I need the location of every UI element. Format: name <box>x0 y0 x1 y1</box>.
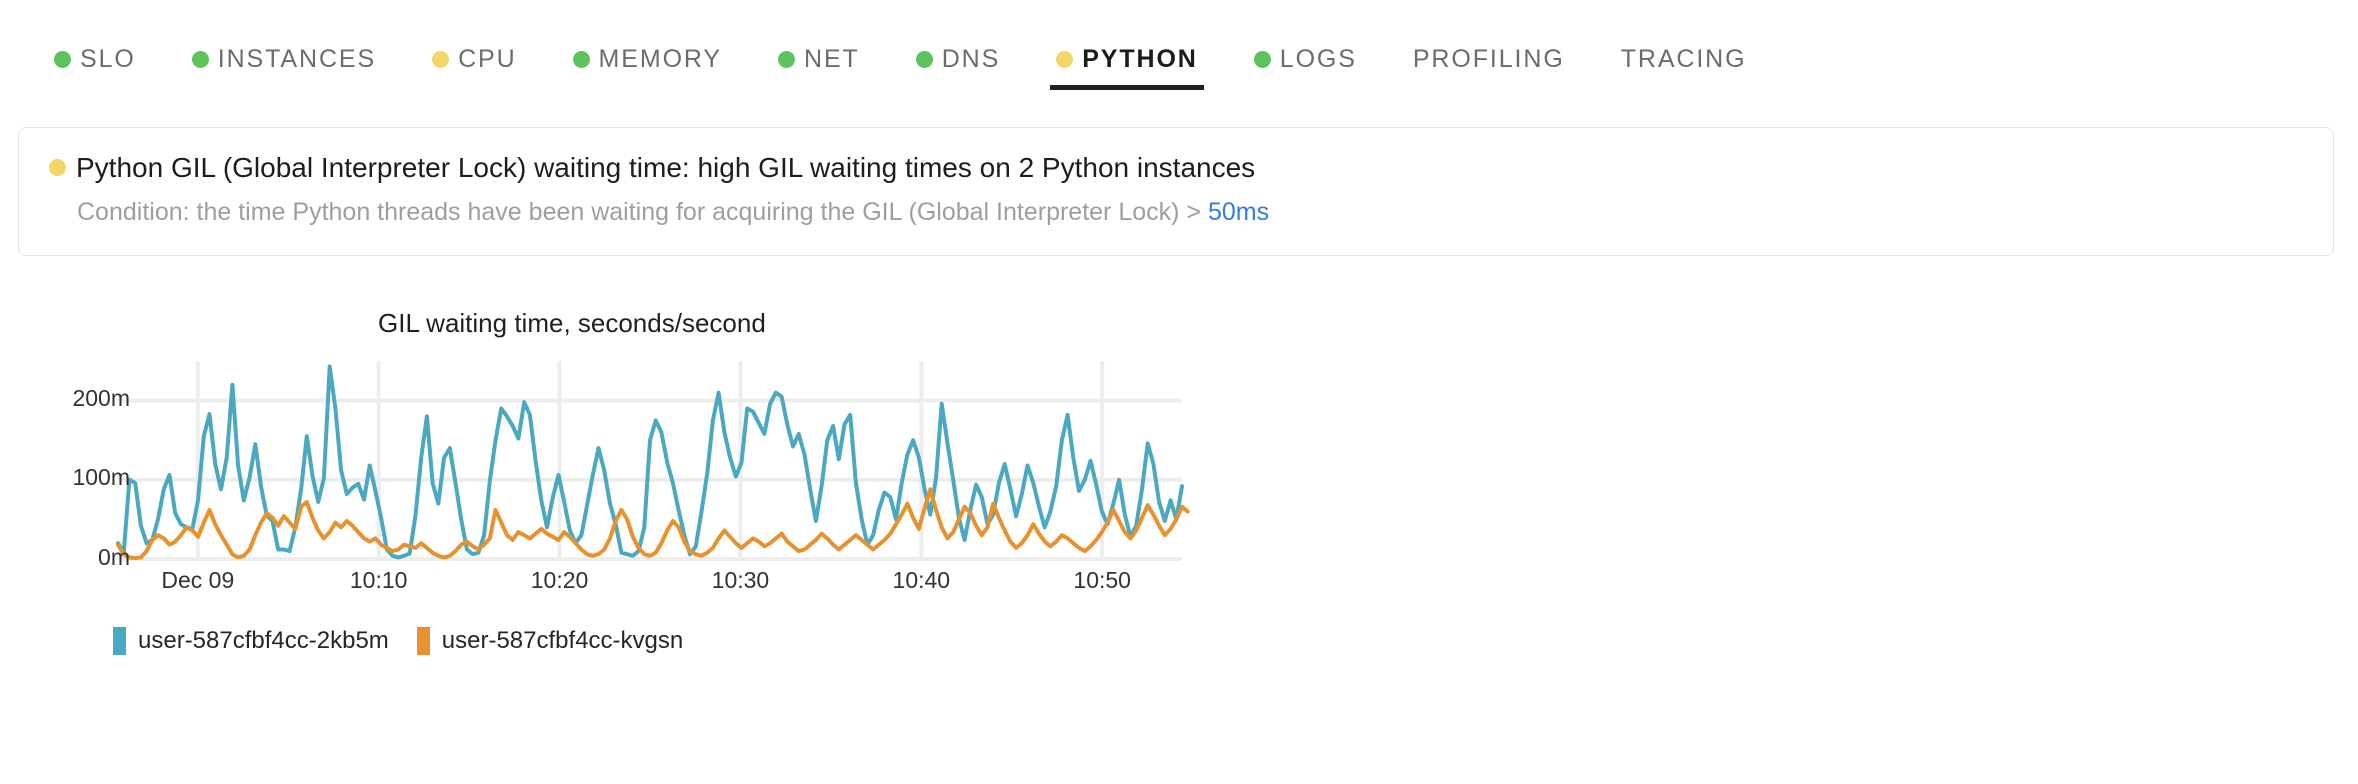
x-axis-tick-label: Dec 09 <box>161 566 235 593</box>
active-tab-underline <box>1050 85 1204 90</box>
alert-status-dot <box>49 159 66 176</box>
status-dot-green-icon <box>54 50 71 68</box>
y-axis-tick-label: 100m <box>72 464 130 491</box>
x-axis-tick-label: 10:20 <box>530 566 589 593</box>
tab-label: SLO <box>80 44 136 73</box>
tab-slo[interactable]: SLO <box>48 28 142 90</box>
chart-title: GIL waiting time, seconds/second <box>378 307 766 338</box>
tab-cpu[interactable]: CPU <box>426 28 522 90</box>
chart-legend: user-587cfbf4cc-2kb5m user-587cfbf4cc-kvg… <box>113 626 2358 655</box>
status-dot-green-icon <box>191 50 209 68</box>
tab-label: MEMORY <box>598 44 722 73</box>
chart-series-line-0 <box>116 364 1184 559</box>
tab-label: PROFILING <box>1412 44 1565 73</box>
dashboard-tab-bar: SLO INSTANCES CPU MEMORY NET DNS PYTHON LOGS PRO… <box>0 0 2358 105</box>
status-dot-green-icon <box>915 50 933 68</box>
status-dot-green-icon <box>1253 50 1271 68</box>
tab-label: NET <box>804 44 860 73</box>
alert-condition: Condition: the time Python threads have … <box>77 196 2303 229</box>
alert-title-row: Python GIL (Global Interpreter Lock) wai… <box>49 150 2303 185</box>
legend-item[interactable]: user-587cfbf4cc-kvgsn <box>416 626 684 655</box>
tab-label: LOGS <box>1279 44 1357 73</box>
legend-color-swatch <box>416 626 430 655</box>
status-dot-yellow-icon <box>432 50 450 68</box>
x-axis-tick-label: 10:30 <box>711 566 770 593</box>
tab-tracing[interactable]: TRACING <box>1615 28 1753 90</box>
tab-instances[interactable]: INSTANCES <box>186 28 382 90</box>
x-axis-tick-label: 10:40 <box>892 566 951 593</box>
status-dot-yellow-icon <box>1056 50 1074 68</box>
tab-label: TRACING <box>1620 44 1747 73</box>
legend-color-swatch <box>113 626 126 655</box>
y-axis-tick-label: 0m <box>98 543 130 570</box>
x-axis-tick-label: 10:10 <box>349 566 408 593</box>
alert-condition-text: Condition: the time Python threads have … <box>77 198 1208 226</box>
tab-label: PYTHON <box>1082 44 1198 73</box>
gil-chart-panel: GIL waiting time, seconds/second 0m 100m 2… <box>0 308 2358 655</box>
tab-label: INSTANCES <box>217 44 377 73</box>
alert-card: Python GIL (Global Interpreter Lock) wai… <box>18 127 2334 256</box>
chart-plot-area[interactable]: 0m 100m 200m Dec 09 10:10 10:20 10:30 10:40 10:5… <box>40 355 1220 605</box>
tab-label: CPU <box>458 44 517 73</box>
tab-label: DNS <box>941 44 1001 73</box>
alert-threshold-link[interactable]: 50ms <box>1208 198 1269 226</box>
status-dot-green-icon <box>778 50 795 68</box>
tab-profiling[interactable]: PROFILING <box>1407 28 1571 90</box>
alert-title: Python GIL (Global Interpreter Lock) wai… <box>76 152 1256 183</box>
x-axis-tick-label: 10:50 <box>1073 566 1131 593</box>
tab-logs[interactable]: LOGS <box>1248 28 1363 90</box>
legend-item[interactable]: user-587cfbf4cc-2kb5m <box>113 626 389 655</box>
tab-net[interactable]: NET <box>772 28 866 90</box>
legend-label: user-587cfbf4cc-kvgsn <box>441 626 684 654</box>
tab-python[interactable]: PYTHON <box>1050 28 1204 90</box>
legend-label: user-587cfbf4cc-2kb5m <box>138 626 389 654</box>
status-dot-green-icon <box>572 50 590 68</box>
tab-dns[interactable]: DNS <box>910 28 1006 90</box>
tab-memory[interactable]: MEMORY <box>567 28 728 90</box>
y-axis-tick-label: 200m <box>72 385 130 412</box>
